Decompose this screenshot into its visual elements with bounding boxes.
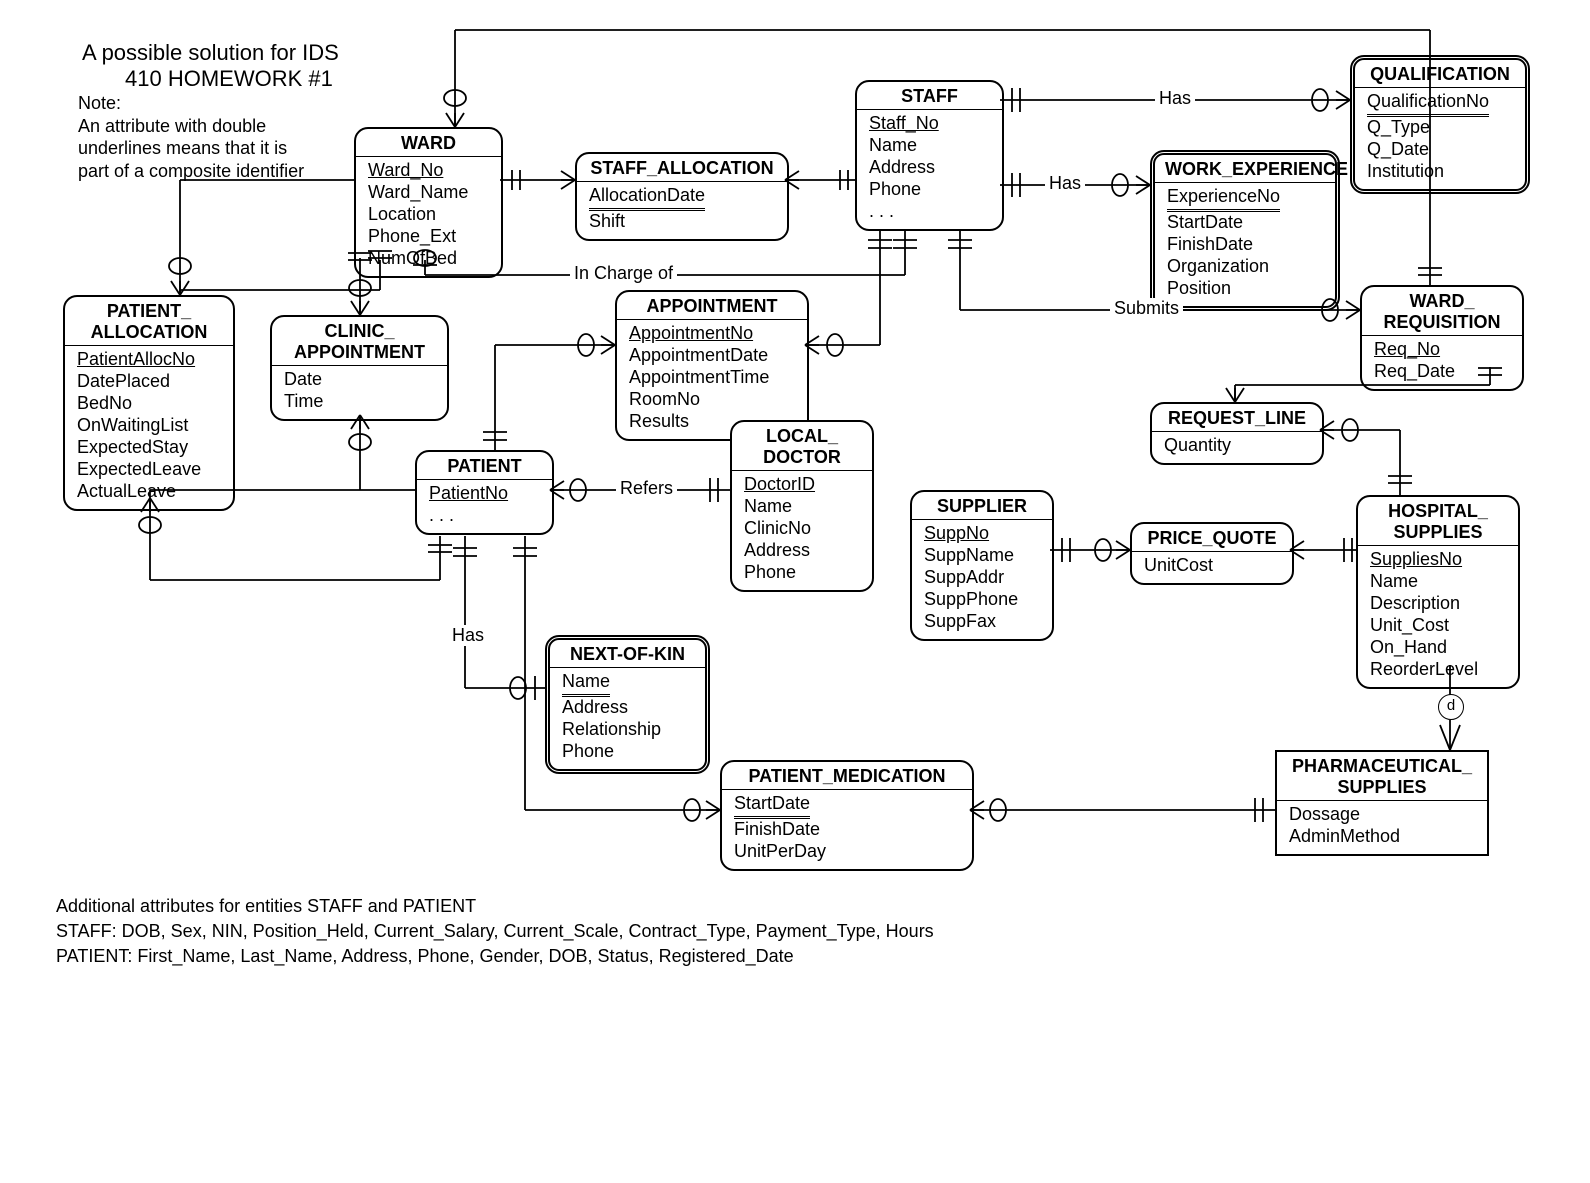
rel-has-workexp: Has (1045, 173, 1085, 194)
rel-refers: Refers (616, 478, 677, 499)
entity-local-doctor: LOCAL_ DOCTOR DoctorIDNameClinicNoAddres… (730, 420, 874, 592)
entity-hospital-supplies: HOSPITAL_ SUPPLIES SuppliesNoNameDescrip… (1356, 495, 1520, 689)
footer-line-1: STAFF: DOB, Sex, NIN, Position_Held, Cur… (56, 920, 934, 943)
rel-has-nok: Has (448, 625, 488, 646)
entity-ward: WARD Ward_NoWard_NameLocationPhone_ExtNu… (354, 127, 503, 278)
entity-work-experience: WORK_EXPERIENCE ExperienceNoStartDateFin… (1150, 150, 1340, 311)
entity-ward-requisition: WARD_ REQUISITION Req_NoReq_Date (1360, 285, 1524, 391)
entity-next-of-kin: NEXT-OF-KIN NameAddressRelationshipPhone (545, 635, 710, 774)
entity-patient: PATIENT PatientNo. . . (415, 450, 554, 535)
entity-patient-medication: PATIENT_MEDICATION StartDateFinishDateUn… (720, 760, 974, 871)
entity-supplier: SUPPLIER SuppNoSuppNameSuppAddrSuppPhone… (910, 490, 1054, 641)
entity-patient-allocation: PATIENT_ ALLOCATION PatientAllocNoDatePl… (63, 295, 235, 511)
entity-price-quote: PRICE_QUOTE UnitCost (1130, 522, 1294, 585)
rel-submits: Submits (1110, 298, 1183, 319)
footer-line-0: Additional attributes for entities STAFF… (56, 895, 476, 918)
entity-staff: STAFF Staff_NoNameAddressPhone. . . (855, 80, 1004, 231)
entity-appointment: APPOINTMENT AppointmentNoAppointmentDate… (615, 290, 809, 441)
page-title-2: 410 HOMEWORK #1 (125, 66, 333, 92)
entity-request-line: REQUEST_LINE Quantity (1150, 402, 1324, 465)
entity-pharmaceutical-supplies: PHARMACEUTICAL_ SUPPLIES DossageAdminMet… (1275, 750, 1489, 856)
entity-clinic-appointment: CLINIC_ APPOINTMENT DateTime (270, 315, 449, 421)
rel-in-charge: In Charge of (570, 263, 677, 284)
entity-qualification: QUALIFICATION QualificationNoQ_TypeQ_Dat… (1350, 55, 1530, 194)
entity-staff-allocation: STAFF_ALLOCATION AllocationDateShift (575, 152, 789, 241)
note: Note:An attribute with double underlines… (78, 92, 318, 182)
page-title-1: A possible solution for IDS (82, 40, 339, 66)
footer-line-2: PATIENT: First_Name, Last_Name, Address,… (56, 945, 794, 968)
rel-has-qual: Has (1155, 88, 1195, 109)
subtype-d: d (1438, 694, 1464, 720)
